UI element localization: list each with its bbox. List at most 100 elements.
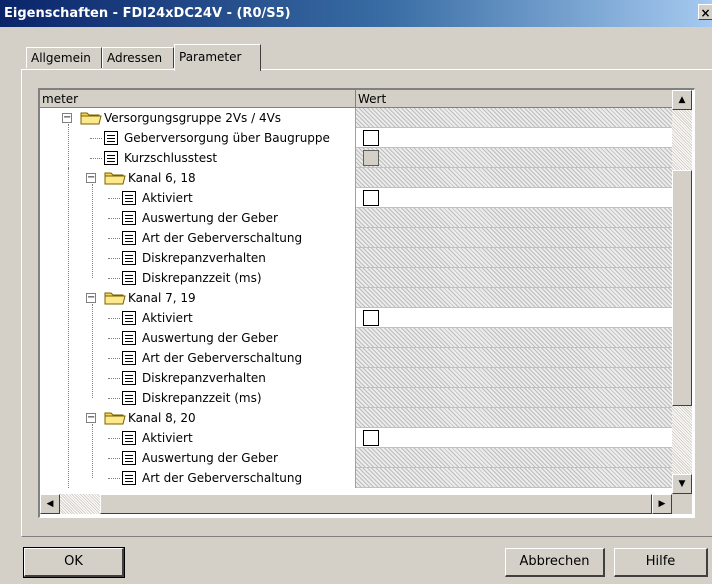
value-cell	[356, 328, 672, 348]
parameter-icon	[104, 131, 118, 145]
parameter-icon	[122, 251, 136, 265]
value-cell[interactable]	[356, 188, 672, 208]
tree-group-row[interactable]: − Kanal 6, 18	[40, 168, 672, 188]
parameter-cell: − Kanal 8, 20	[40, 408, 356, 428]
parameter-row[interactable]: Art der Geberverschaltung	[40, 348, 672, 368]
grid-header: meter Wert	[40, 90, 672, 108]
vertical-scrollbar[interactable]: ▲ ▼	[672, 90, 692, 494]
column-header-wert[interactable]: Wert	[356, 90, 672, 108]
parameter-label: Kanal 8, 20	[128, 411, 196, 425]
tree-connector	[108, 378, 120, 379]
scroll-down-button[interactable]: ▼	[672, 474, 692, 494]
tab-adressen[interactable]: Adressen	[102, 47, 174, 68]
parameter-row[interactable]: Aktiviert	[40, 428, 672, 448]
parameter-icon	[104, 151, 118, 165]
parameter-label: Kanal 6, 18	[128, 171, 196, 185]
ok-button[interactable]: OK	[23, 547, 125, 578]
tree-connector	[108, 278, 120, 279]
parameter-label: Diskrepanzverhalten	[142, 371, 266, 385]
parameter-label: Art der Geberverschaltung	[142, 471, 303, 485]
parameter-row[interactable]: Geberversorgung über Baugruppe	[40, 128, 672, 148]
parameter-cell: Aktiviert	[40, 188, 356, 208]
parameter-label: Aktiviert	[142, 431, 193, 445]
parameter-row[interactable]: Auswertung der Geber	[40, 448, 672, 468]
parameter-row[interactable]: Kurzschlusstest	[40, 148, 672, 168]
scroll-right-button[interactable]: ▶	[652, 494, 672, 514]
scroll-left-button[interactable]: ◀	[40, 494, 60, 514]
parameter-cell: Diskrepanzzeit (ms)	[40, 388, 356, 408]
value-cell	[356, 448, 672, 468]
parameter-label: Auswertung der Geber	[142, 211, 278, 225]
tree-connector	[90, 158, 102, 159]
parameter-label: Versorgungsgruppe 2Vs / 4Vs	[104, 111, 282, 125]
parameter-row[interactable]: Art der Geberverschaltung	[40, 468, 672, 488]
horizontal-scrollbar[interactable]: ◀ ▶	[40, 494, 672, 514]
value-cell[interactable]	[356, 428, 672, 448]
tree-group-row[interactable]: − Kanal 7, 19	[40, 288, 672, 308]
tree-group-row[interactable]: − Versorgungsgruppe 2Vs / 4Vs	[40, 108, 672, 128]
tree-connector	[90, 138, 102, 139]
tree-connector	[108, 358, 120, 359]
parameter-label: Kurzschlusstest	[124, 151, 218, 165]
collapse-toggle[interactable]: −	[62, 113, 72, 123]
collapse-toggle[interactable]: −	[86, 293, 96, 303]
parameter-icon	[122, 351, 136, 365]
value-cell	[356, 408, 672, 428]
value-checkbox[interactable]	[363, 130, 379, 146]
value-cell[interactable]	[356, 308, 672, 328]
scroll-up-button[interactable]: ▲	[672, 90, 692, 110]
tree-guide-line	[92, 304, 93, 398]
column-header-parameter[interactable]: meter	[40, 90, 356, 108]
parameter-label: Auswertung der Geber	[142, 331, 278, 345]
parameter-icon	[122, 371, 136, 385]
folder-icon	[104, 292, 126, 305]
help-button[interactable]: Hilfe	[614, 548, 708, 577]
value-cell	[356, 468, 672, 488]
value-cell[interactable]	[356, 128, 672, 148]
parameter-cell: Art der Geberverschaltung	[40, 468, 356, 488]
collapse-toggle[interactable]: −	[86, 413, 96, 423]
value-cell	[356, 368, 672, 388]
parameter-row[interactable]: Diskrepanzverhalten	[40, 368, 672, 388]
value-cell[interactable]	[356, 148, 672, 168]
cancel-button[interactable]: Abbrechen	[505, 548, 605, 577]
value-checkbox[interactable]	[363, 310, 379, 326]
collapse-toggle[interactable]: −	[86, 173, 96, 183]
folder-icon	[80, 112, 102, 125]
parameter-row[interactable]: Diskrepanzzeit (ms)	[40, 388, 672, 408]
tab-parameter[interactable]: Parameter	[174, 44, 261, 71]
parameter-label: Kanal 7, 19	[128, 291, 196, 305]
folder-icon	[104, 412, 126, 425]
parameter-cell: − Kanal 6, 18	[40, 168, 356, 188]
parameter-icon	[122, 231, 136, 245]
parameter-cell: Aktiviert	[40, 428, 356, 448]
value-checkbox[interactable]	[363, 190, 379, 206]
parameter-row[interactable]: Diskrepanzzeit (ms)	[40, 268, 672, 288]
parameter-row[interactable]: Auswertung der Geber	[40, 208, 672, 228]
horizontal-scroll-thumb[interactable]	[100, 494, 652, 514]
close-button[interactable]: ×	[698, 4, 712, 20]
parameter-cell: Aktiviert	[40, 308, 356, 328]
vertical-scroll-thumb[interactable]	[672, 170, 692, 406]
value-cell	[356, 248, 672, 268]
parameter-cell: Geberversorgung über Baugruppe	[40, 128, 356, 148]
parameter-label: Diskrepanzzeit (ms)	[142, 271, 262, 285]
parameter-row[interactable]: Aktiviert	[40, 308, 672, 328]
value-checkbox[interactable]	[363, 430, 379, 446]
tree-connector	[108, 218, 120, 219]
parameter-row[interactable]: Art der Geberverschaltung	[40, 228, 672, 248]
tab-allgemein[interactable]: Allgemein	[26, 47, 102, 68]
parameter-icon	[122, 211, 136, 225]
parameter-label: Diskrepanzzeit (ms)	[142, 391, 262, 405]
parameter-cell: Auswertung der Geber	[40, 448, 356, 468]
parameter-cell: Art der Geberverschaltung	[40, 348, 356, 368]
left-arrow-icon: ◀	[46, 499, 54, 509]
parameter-row[interactable]: Diskrepanzverhalten	[40, 248, 672, 268]
tree-connector	[108, 198, 120, 199]
parameter-icon	[122, 391, 136, 405]
tree-guide-line	[92, 184, 93, 278]
parameter-row[interactable]: Auswertung der Geber	[40, 328, 672, 348]
parameter-row[interactable]: Aktiviert	[40, 188, 672, 208]
tree-group-row[interactable]: − Kanal 8, 20	[40, 408, 672, 428]
value-cell	[356, 108, 672, 128]
